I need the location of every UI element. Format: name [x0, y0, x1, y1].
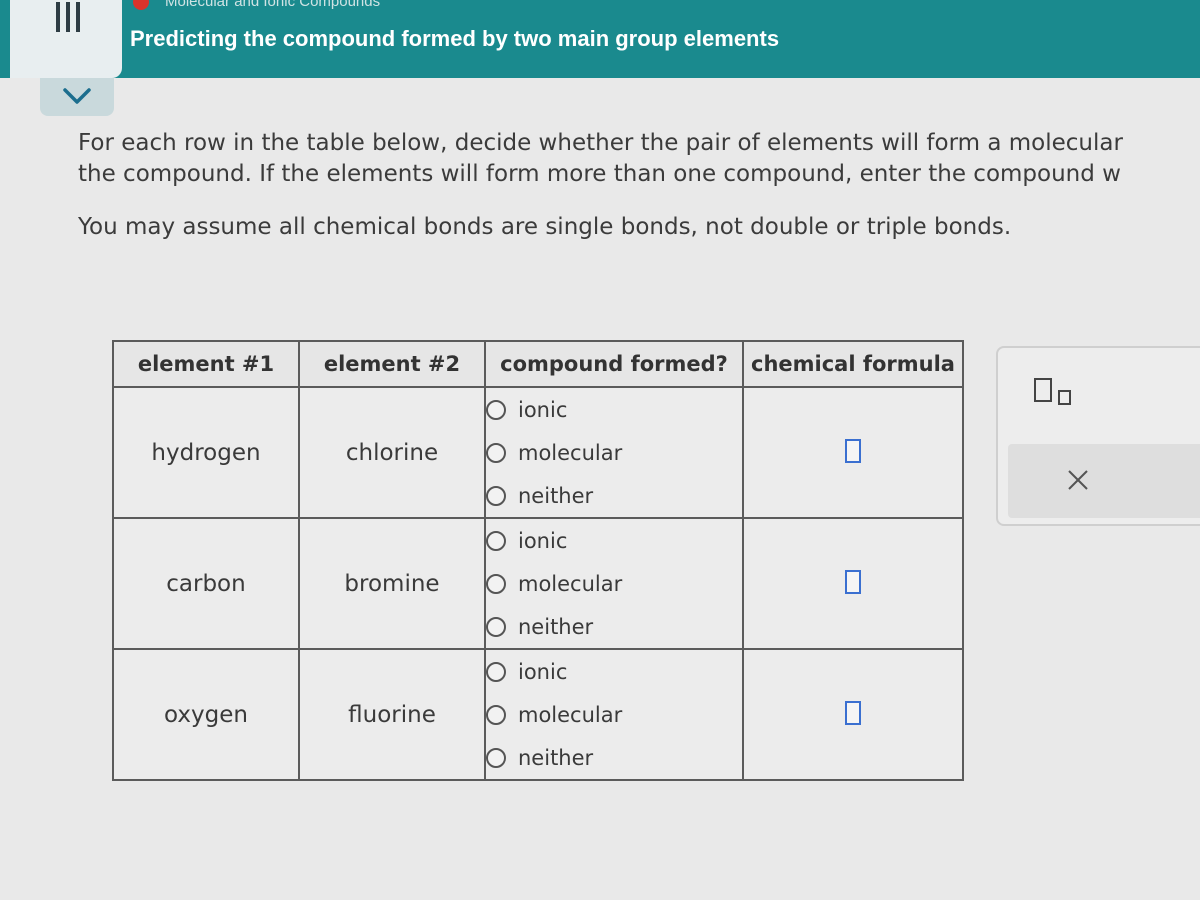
- element2-cell: fluorine: [298, 648, 486, 781]
- option-label: ionic: [518, 397, 568, 422]
- table-row: hydrogen chlorine ionic molecular neithe…: [112, 386, 964, 519]
- radio-button[interactable]: [486, 704, 506, 725]
- table-row: oxygen fluorine ionic molecular neither: [112, 648, 964, 781]
- compound-options: ionic molecular neither: [484, 386, 744, 519]
- element1-cell: carbon: [112, 517, 300, 650]
- answer-tools-panel: [996, 346, 1200, 526]
- option-label: molecular: [518, 440, 623, 465]
- radio-option-neither[interactable]: neither: [486, 474, 742, 517]
- option-label: neither: [518, 745, 594, 770]
- formula-input[interactable]: [845, 700, 861, 725]
- header-bar: Molecular and Ionic Compounds Predicting…: [0, 0, 1200, 78]
- radio-button[interactable]: [486, 485, 506, 506]
- formula-cell: [742, 648, 964, 781]
- menu-button[interactable]: [10, 0, 122, 78]
- radio-option-ionic[interactable]: ionic: [486, 519, 742, 562]
- instructions-line: For each row in the table below, decide …: [78, 130, 1123, 156]
- option-label: ionic: [518, 659, 568, 684]
- radio-option-ionic[interactable]: ionic: [486, 388, 742, 431]
- clear-button[interactable]: [1008, 444, 1200, 518]
- option-label: molecular: [518, 702, 623, 727]
- instructions: For each row in the table below, decide …: [78, 128, 1200, 243]
- instructions-line: the compound. If the elements will form …: [78, 161, 1121, 187]
- radio-option-neither[interactable]: neither: [486, 736, 742, 779]
- formula-cell: [742, 386, 964, 519]
- option-label: molecular: [518, 571, 623, 596]
- compound-options: ionic molecular neither: [484, 648, 744, 781]
- menu-icon-bar: [76, 2, 80, 32]
- option-label: ionic: [518, 528, 568, 553]
- radio-option-neither[interactable]: neither: [486, 605, 742, 648]
- radio-button[interactable]: [486, 530, 506, 551]
- column-header-element1: element #1: [112, 340, 300, 388]
- option-label: neither: [518, 483, 594, 508]
- compound-options: ionic molecular neither: [484, 517, 744, 650]
- element2-cell: bromine: [298, 517, 486, 650]
- topic-label: Molecular and Ionic Compounds: [165, 0, 381, 10]
- formula-input[interactable]: [845, 438, 861, 463]
- collapse-toggle[interactable]: [40, 78, 114, 116]
- radio-option-molecular[interactable]: molecular: [486, 562, 742, 605]
- element1-cell: hydrogen: [112, 386, 300, 519]
- chevron-down-icon: [63, 88, 91, 104]
- radio-button[interactable]: [486, 573, 506, 594]
- column-header-element2: element #2: [298, 340, 486, 388]
- formula-cell: [742, 517, 964, 650]
- radio-button[interactable]: [486, 661, 506, 682]
- table-row: carbon bromine ionic molecular neither: [112, 517, 964, 650]
- menu-icon: [56, 2, 60, 32]
- radio-option-ionic[interactable]: ionic: [486, 650, 742, 693]
- page-title: Predicting the compound formed by two ma…: [130, 26, 780, 51]
- base-box: [1034, 378, 1052, 402]
- subscript-box: [1058, 390, 1071, 405]
- radio-option-molecular[interactable]: molecular: [486, 693, 742, 736]
- topic-status-dot: [133, 0, 149, 10]
- column-header-compound: compound formed?: [484, 340, 744, 388]
- radio-option-molecular[interactable]: molecular: [486, 431, 742, 474]
- radio-button[interactable]: [486, 747, 506, 768]
- radio-button[interactable]: [486, 399, 506, 420]
- compound-table: element #1 element #2 compound formed? c…: [112, 340, 964, 781]
- element2-cell: chlorine: [298, 386, 486, 519]
- close-x-icon: [1068, 470, 1088, 490]
- radio-button[interactable]: [486, 616, 506, 637]
- element1-cell: oxygen: [112, 648, 300, 781]
- option-label: neither: [518, 614, 594, 639]
- table-header-row: element #1 element #2 compound formed? c…: [112, 340, 964, 388]
- superscript-box-icon[interactable]: [1034, 376, 1082, 412]
- column-header-formula: chemical formula: [742, 340, 964, 388]
- radio-button[interactable]: [486, 442, 506, 463]
- instructions-note: You may assume all chemical bonds are si…: [78, 214, 1012, 240]
- menu-icon-bar: [66, 2, 70, 32]
- formula-input[interactable]: [845, 569, 861, 594]
